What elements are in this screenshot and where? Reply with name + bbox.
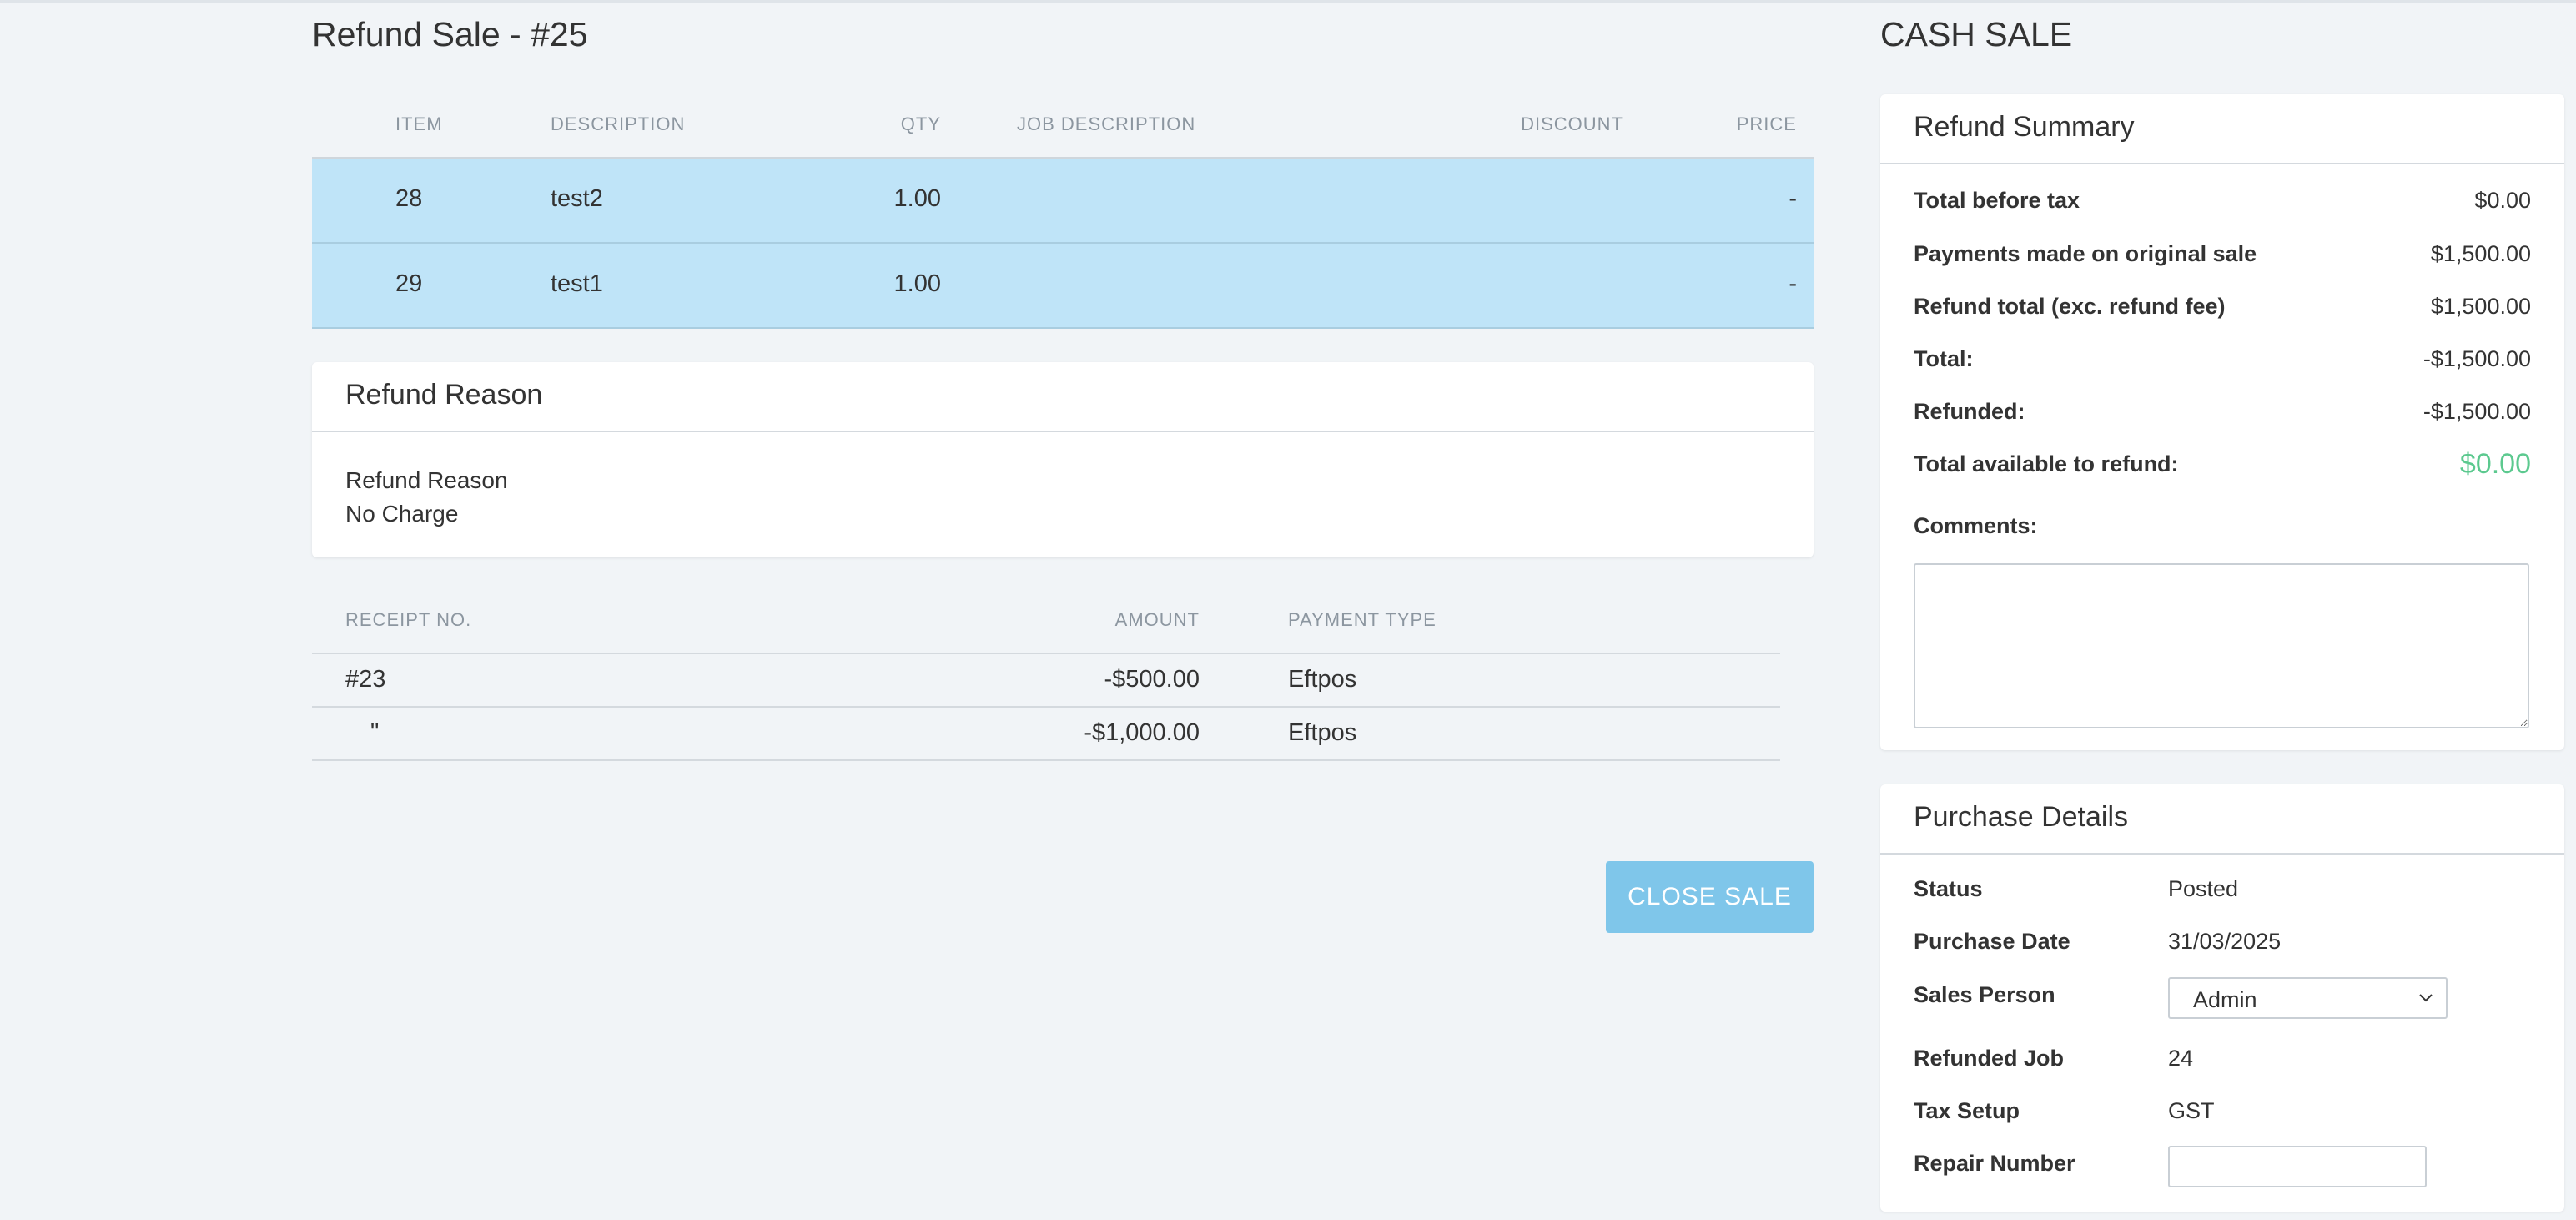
header-job-description: JOB DESCRIPTION [1017, 113, 1196, 134]
detail-row-repair-number: Repair Number [1914, 1146, 2531, 1187]
refund-reason-card-title: Refund Reason [345, 379, 543, 411]
row-qty: 1.00 [893, 270, 941, 297]
top-border [0, 0, 2576, 3]
summary-row-refund-total: Refund total (exc. refund fee) $1,500.00 [1914, 294, 2531, 327]
tax-setup-value: GST [2168, 1098, 2215, 1123]
header-amount: AMOUNT [1114, 609, 1200, 630]
summary-value: $0.00 [2474, 188, 2531, 213]
refund-summary-card-header: Refund Summary [1880, 94, 2564, 164]
detail-row-tax-setup: Tax Setup GST [1914, 1098, 2531, 1132]
summary-value: -$1,500.00 [2423, 346, 2531, 371]
refund-reason-card: Refund Reason Refund Reason No Charge [312, 362, 1814, 557]
purchase-details-card-title: Purchase Details [1914, 801, 2129, 833]
row-description: test2 [551, 185, 603, 212]
repair-number-input[interactable] [2168, 1146, 2427, 1187]
row-amount: -$500.00 [1104, 666, 1200, 693]
summary-row-refunded: Refunded: -$1,500.00 [1914, 399, 2531, 432]
close-sale-button[interactable]: CLOSE SALE [1606, 861, 1814, 933]
row-payment-type: Eftpos [1288, 719, 1357, 746]
items-table-header: ITEM DESCRIPTION QTY JOB DESCRIPTION DIS… [312, 98, 1814, 159]
summary-row-total: Total: -$1,500.00 [1914, 346, 2531, 380]
header-qty: QTY [900, 113, 941, 134]
sales-person-label: Sales Person [1914, 982, 2055, 1007]
header-payment-type: PAYMENT TYPE [1288, 609, 1436, 630]
row-qty: 1.00 [893, 185, 941, 212]
payments-table: RECEIPT NO. AMOUNT PAYMENT TYPE #23 -$50… [312, 599, 1780, 761]
row-amount: -$1,000.00 [1084, 719, 1200, 746]
header-price: PRICE [1736, 113, 1797, 134]
summary-value: $1,500.00 [2430, 294, 2531, 319]
header-item: ITEM [395, 113, 443, 134]
table-row: #23 -$500.00 Eftpos [312, 654, 1780, 708]
row-item: 29 [395, 270, 423, 297]
detail-row-status: Status Posted [1914, 876, 2531, 910]
purchase-date-label: Purchase Date [1914, 929, 2070, 954]
status-value: Posted [2168, 876, 2239, 901]
header-discount: DISCOUNT [1521, 113, 1623, 134]
summary-value: -$1,500.00 [2423, 399, 2531, 424]
payments-table-header: RECEIPT NO. AMOUNT PAYMENT TYPE [312, 599, 1780, 654]
purchase-date-value: 31/03/2025 [2168, 929, 2282, 954]
repair-number-label: Repair Number [1914, 1151, 2075, 1176]
header-receipt-no: RECEIPT NO. [345, 609, 472, 630]
row-receipt-no: " [370, 719, 380, 746]
row-price: - [1789, 270, 1797, 297]
summary-label: Total available to refund: [1914, 451, 2179, 476]
refund-reason-value: No Charge [345, 501, 459, 527]
summary-label: Total before tax [1914, 188, 2080, 213]
sales-person-select[interactable]: Admin [2168, 977, 2448, 1019]
detail-row-sales-person: Sales Person Admin [1914, 977, 2531, 1019]
summary-label: Refunded: [1914, 399, 2025, 424]
summary-label: Total: [1914, 346, 1974, 371]
summary-label: Payments made on original sale [1914, 241, 2257, 266]
detail-row-purchase-date: Purchase Date 31/03/2025 [1914, 929, 2531, 962]
refund-summary-card-title: Refund Summary [1914, 111, 2135, 143]
tax-setup-label: Tax Setup [1914, 1098, 2020, 1123]
refunded-job-label: Refunded Job [1914, 1046, 2064, 1071]
page-title: Refund Sale - #25 [312, 15, 588, 53]
refund-reason-label: Refund Reason [345, 467, 508, 493]
row-item: 28 [395, 185, 423, 212]
refund-summary-card: Refund Summary Total before tax $0.00 Pa… [1880, 94, 2564, 750]
sales-person-selected: Admin [2193, 987, 2257, 1012]
header-description: DESCRIPTION [551, 113, 686, 134]
summary-row-available: Total available to refund: $0.00 [1914, 448, 2531, 485]
purchase-details-card-header: Purchase Details [1880, 784, 2564, 855]
table-row: " -$1,000.00 Eftpos [312, 708, 1780, 761]
row-receipt-no: #23 [345, 666, 386, 693]
summary-label: Refund total (exc. refund fee) [1914, 294, 2226, 319]
status-label: Status [1914, 876, 1983, 901]
detail-row-refunded-job: Refunded Job 24 [1914, 1046, 2531, 1079]
available-to-refund-value: $0.00 [2459, 448, 2531, 480]
refund-reason-card-header: Refund Reason [312, 362, 1814, 432]
chevron-down-icon [2418, 984, 2434, 1018]
table-row[interactable]: 28 test2 1.00 - [312, 159, 1814, 244]
summary-row-total-before-tax: Total before tax $0.00 [1914, 188, 2531, 221]
row-description: test1 [551, 270, 603, 297]
summary-value: $1,500.00 [2430, 241, 2531, 266]
sale-type-title: CASH SALE [1880, 15, 2073, 53]
summary-row-payments-original: Payments made on original sale $1,500.00 [1914, 241, 2531, 275]
row-payment-type: Eftpos [1288, 666, 1357, 693]
row-price: - [1789, 185, 1797, 212]
refunded-job-value: 24 [2168, 1046, 2194, 1071]
comments-label: Comments: [1914, 513, 2038, 538]
refund-reason-body: Refund Reason No Charge [345, 464, 508, 531]
table-row[interactable]: 29 test1 1.00 - [312, 244, 1814, 329]
purchase-details-card: Purchase Details Status Posted Purchase … [1880, 784, 2564, 1212]
comments-textarea[interactable] [1914, 563, 2529, 728]
items-table: ITEM DESCRIPTION QTY JOB DESCRIPTION DIS… [312, 98, 1814, 329]
